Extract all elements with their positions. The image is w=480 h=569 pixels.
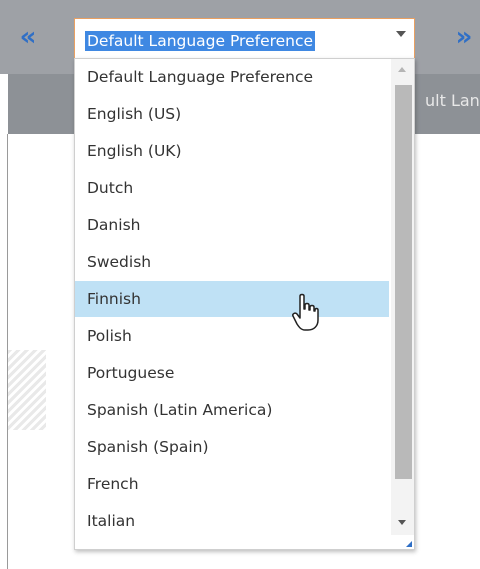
- dropdown-option[interactable]: English (UK): [75, 133, 389, 169]
- hand-pointer-icon: [292, 293, 319, 331]
- dropdown-option[interactable]: French: [75, 466, 389, 502]
- dropdown-option[interactable]: Danish: [75, 207, 389, 243]
- scroll-thumb[interactable]: [395, 85, 412, 479]
- resize-grip-icon[interactable]: [406, 541, 412, 547]
- scroll-up-arrow-icon[interactable]: [398, 67, 406, 72]
- chevron-left-icon[interactable]: «: [14, 22, 42, 52]
- dropdown-option[interactable]: Polish: [75, 318, 389, 354]
- dropdown-option[interactable]: Spanish (Latin America): [75, 392, 389, 428]
- dropdown-option[interactable]: Finnish: [75, 281, 389, 317]
- dropdown-option[interactable]: Italian: [75, 503, 389, 539]
- scrollbar[interactable]: [391, 59, 414, 535]
- dropdown-option[interactable]: Portuguese: [75, 355, 389, 391]
- dropdown-option[interactable]: Dutch: [75, 170, 389, 206]
- dropdown-option[interactable]: Default Language Preference: [75, 59, 389, 95]
- language-select-value: Default Language Preference: [85, 31, 316, 51]
- dropdown-option[interactable]: English (US): [75, 96, 389, 132]
- scroll-down-arrow-icon[interactable]: [398, 520, 406, 525]
- dropdown-option[interactable]: Spanish (Spain): [75, 429, 389, 465]
- language-select[interactable]: Default Language Preference: [74, 18, 415, 62]
- chevron-down-icon[interactable]: [396, 31, 406, 37]
- background-column-header: ult Lan: [425, 91, 480, 110]
- language-dropdown-list: Italian French Spanish (Spain) Spanish (Lat…: [74, 58, 415, 550]
- hatched-strip: [8, 350, 46, 430]
- page: ult Lan « » Default Language Preference …: [0, 0, 480, 569]
- dropdown-option[interactable]: Swedish: [75, 244, 389, 280]
- chevron-right-icon[interactable]: »: [450, 22, 478, 52]
